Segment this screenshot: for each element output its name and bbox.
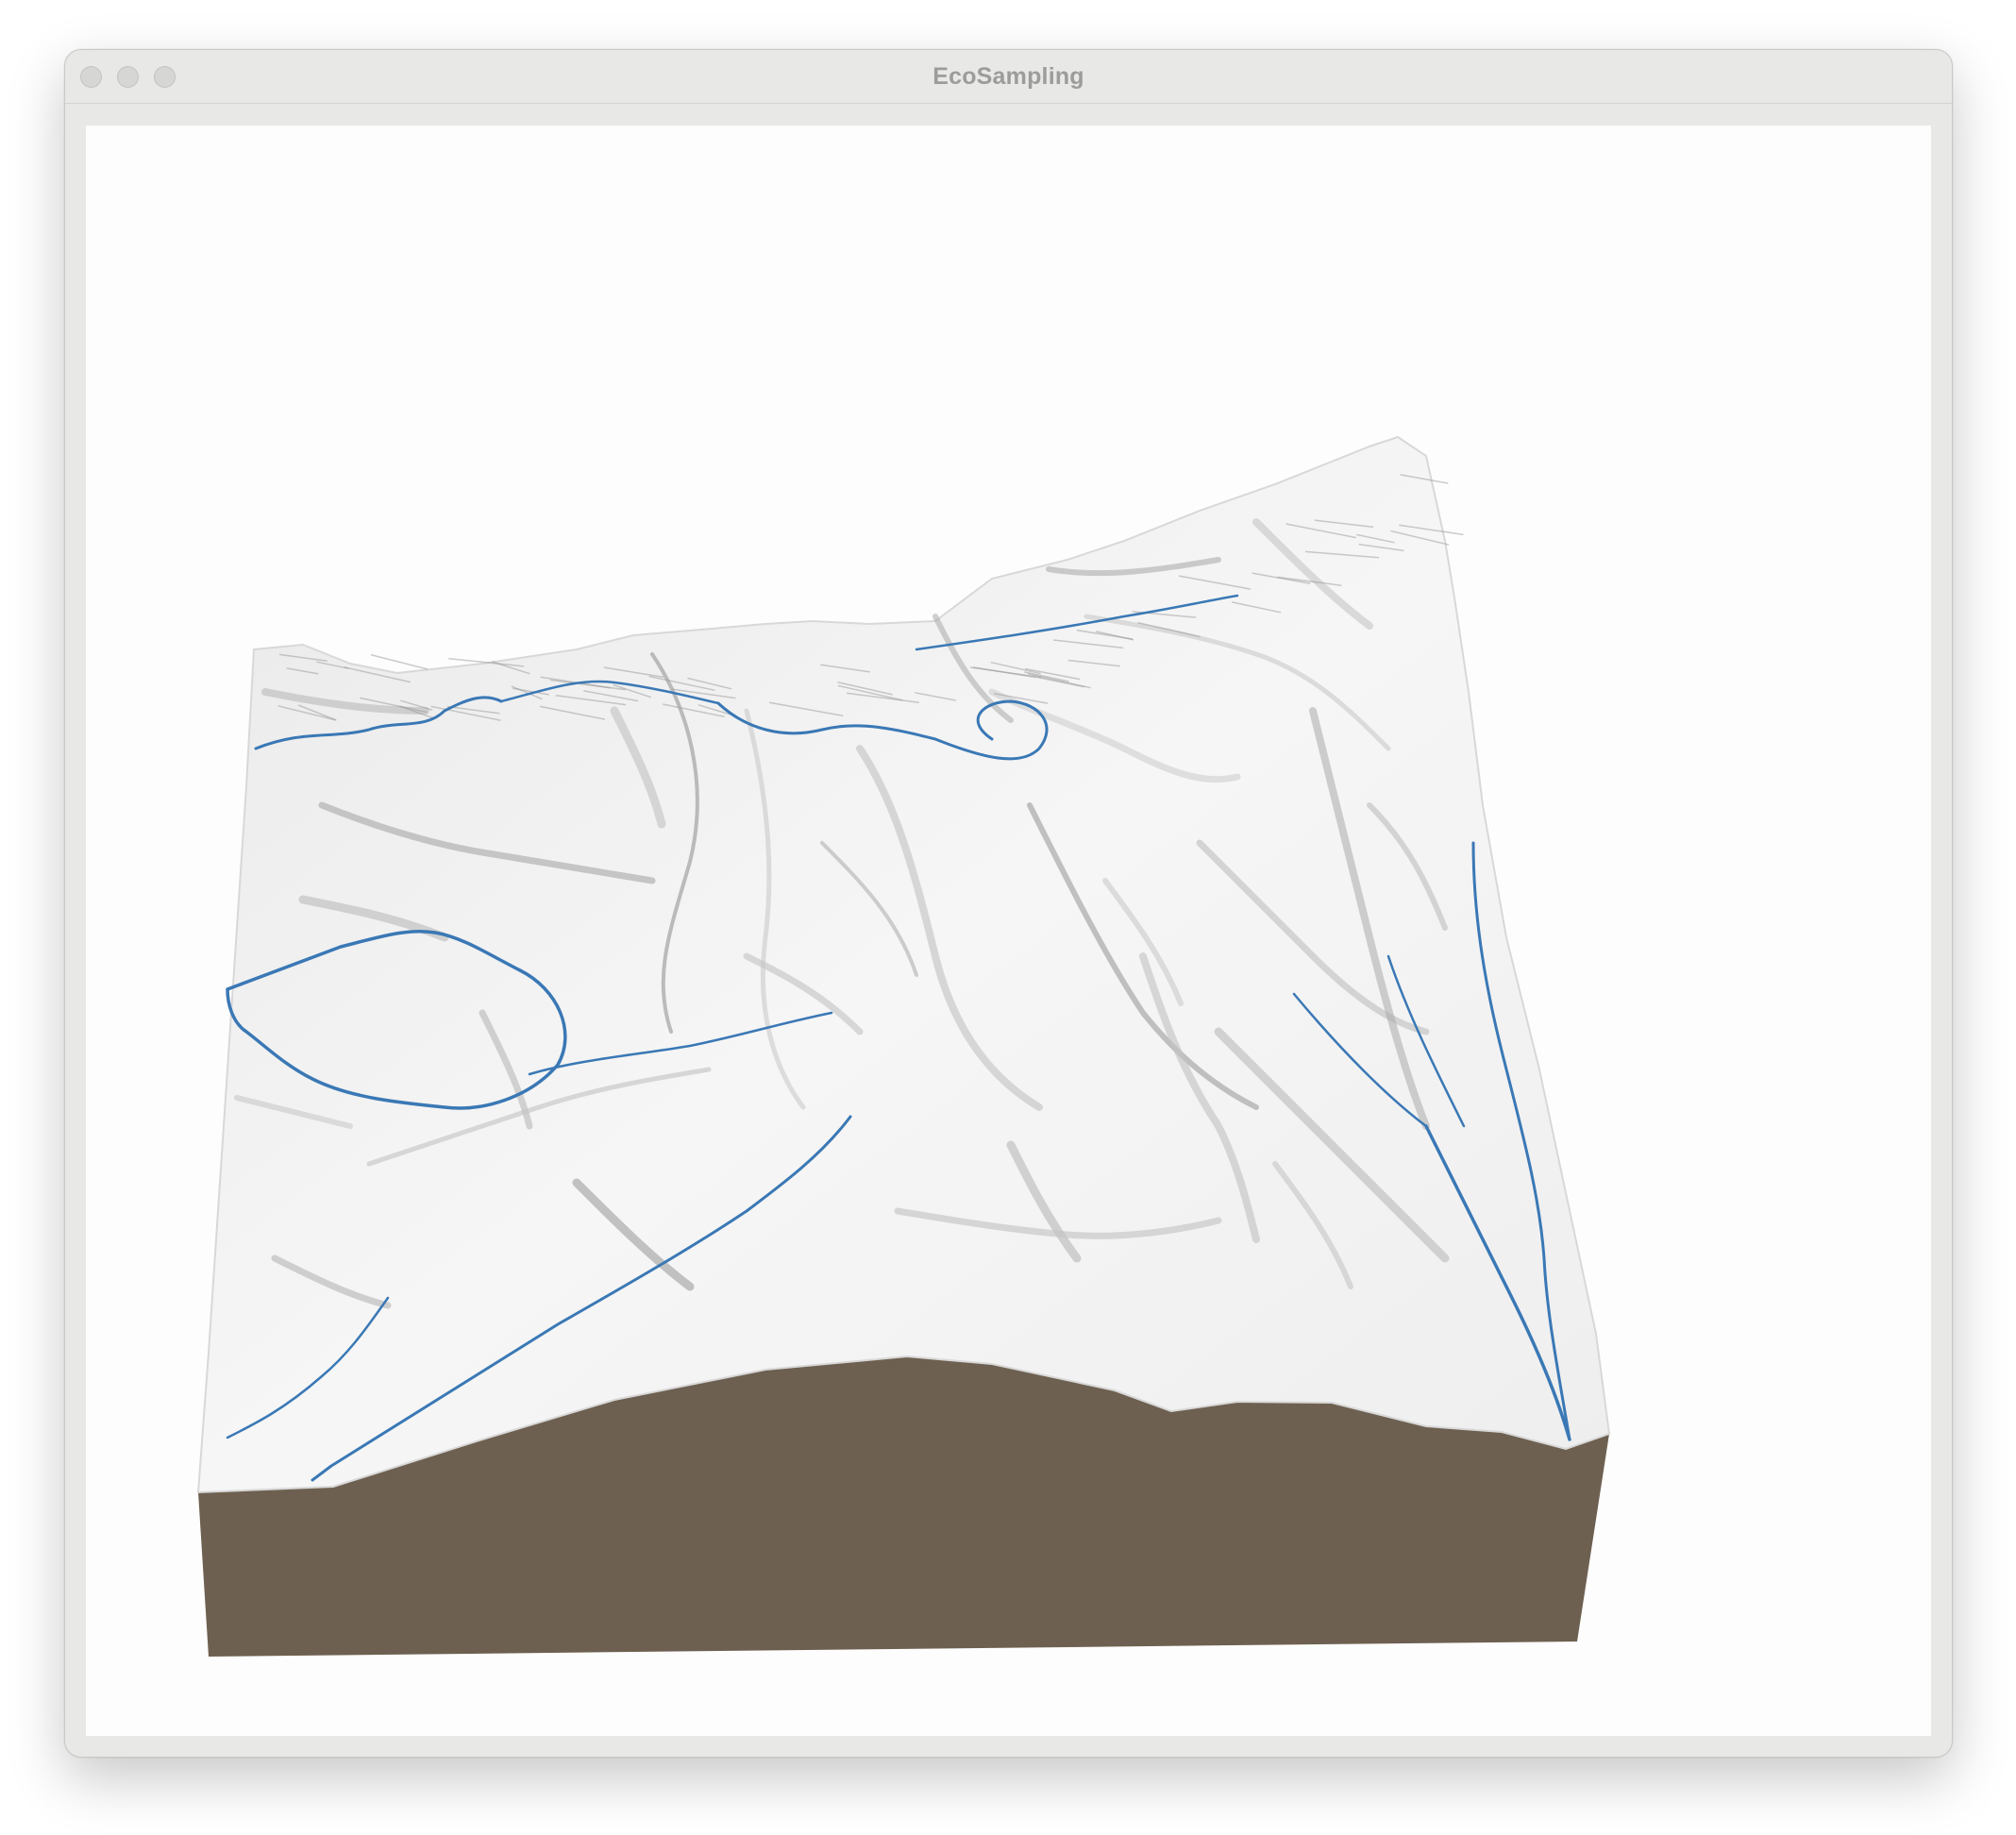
- window-title: EcoSampling: [932, 62, 1084, 90]
- zoom-button[interactable]: [154, 66, 176, 88]
- title-bar[interactable]: EcoSampling: [65, 50, 1952, 104]
- terrain-render[interactable]: [86, 126, 1931, 1736]
- terrain-surface: [196, 435, 1611, 1494]
- ridge-hatch: [370, 653, 428, 670]
- window-controls: [80, 66, 176, 88]
- minimize-button[interactable]: [117, 66, 139, 88]
- app-window: EcoSampling: [64, 49, 1953, 1758]
- terrain-viewport[interactable]: [86, 126, 1931, 1736]
- close-button[interactable]: [80, 66, 102, 88]
